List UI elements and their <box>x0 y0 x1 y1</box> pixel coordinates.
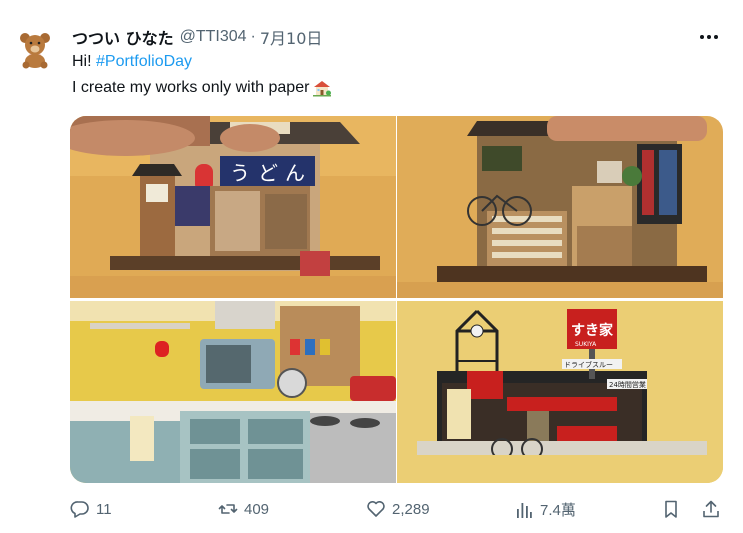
udon-sign-char-3: ん <box>285 161 305 185</box>
views-button[interactable]: 7.4萬 <box>514 499 576 520</box>
share-icon <box>703 500 719 518</box>
bookmark-button[interactable] <box>661 499 681 524</box>
photo-sukiya[interactable]: すき家 SUKIYA ドライブスルー 24時間営業 <box>397 301 723 483</box>
retweet-button[interactable]: 409 <box>218 499 269 519</box>
greeting-text: Hi! <box>72 53 96 70</box>
drive-through-sign-text: ドライブスルー <box>564 360 613 369</box>
photo-grid: う ど ん すき家 SUKIYA ドライブスルー 24時間営業 <box>70 116 723 483</box>
open-24h-sign-text: 24時間営業 <box>609 380 646 389</box>
sukiya-pole-sign-text: すき家 <box>571 322 614 339</box>
separator-dot: · <box>250 28 256 45</box>
sukiya-pole-sign-sub: SUKIYA <box>575 341 597 348</box>
reply-count: 11 <box>96 500 112 518</box>
reply-icon <box>70 501 89 518</box>
display-name[interactable]: つつい ひなた <box>72 25 174 49</box>
hashtag-link[interactable]: #PortfolioDay <box>96 53 192 70</box>
heart-icon <box>367 501 385 517</box>
tweet-body-text: I create my works only with paper <box>72 79 310 96</box>
view-count: 7.4萬 <box>540 502 576 519</box>
retweet-count: 409 <box>244 500 270 518</box>
house-with-garden-icon <box>313 81 332 97</box>
user-handle[interactable]: @TTI304 <box>180 28 247 46</box>
more-options-button[interactable] <box>695 26 723 48</box>
bookmark-icon <box>665 500 677 518</box>
retweet-icon <box>218 504 238 514</box>
post-date[interactable]: 7月10日 <box>260 25 323 49</box>
bar-chart-icon <box>517 502 532 518</box>
photo-udon-shop[interactable]: う ど ん <box>70 116 396 298</box>
tweet-actions: 11 409 2,289 7.4萬 <box>70 497 725 525</box>
share-button[interactable] <box>701 499 721 524</box>
teddy-bear-icon <box>20 33 50 69</box>
udon-sign-char-1: う <box>230 161 250 185</box>
tweet-header: つつい ひなた @TTI304 · 7月10日 <box>72 26 727 48</box>
photo-bookshop[interactable] <box>397 116 723 298</box>
like-count: 2,289 <box>392 500 430 518</box>
tweet-text-line-1: Hi! #PortfolioDay <box>72 53 192 71</box>
like-button[interactable]: 2,289 <box>366 499 430 519</box>
avatar[interactable] <box>12 26 58 72</box>
tweet-text-line-2: I create my works only with paper <box>72 79 332 97</box>
reply-button[interactable]: 11 <box>70 499 112 519</box>
udon-sign-char-2: ど <box>258 161 278 185</box>
photo-kitchen[interactable] <box>70 301 396 483</box>
more-horizontal-icon <box>700 35 718 39</box>
